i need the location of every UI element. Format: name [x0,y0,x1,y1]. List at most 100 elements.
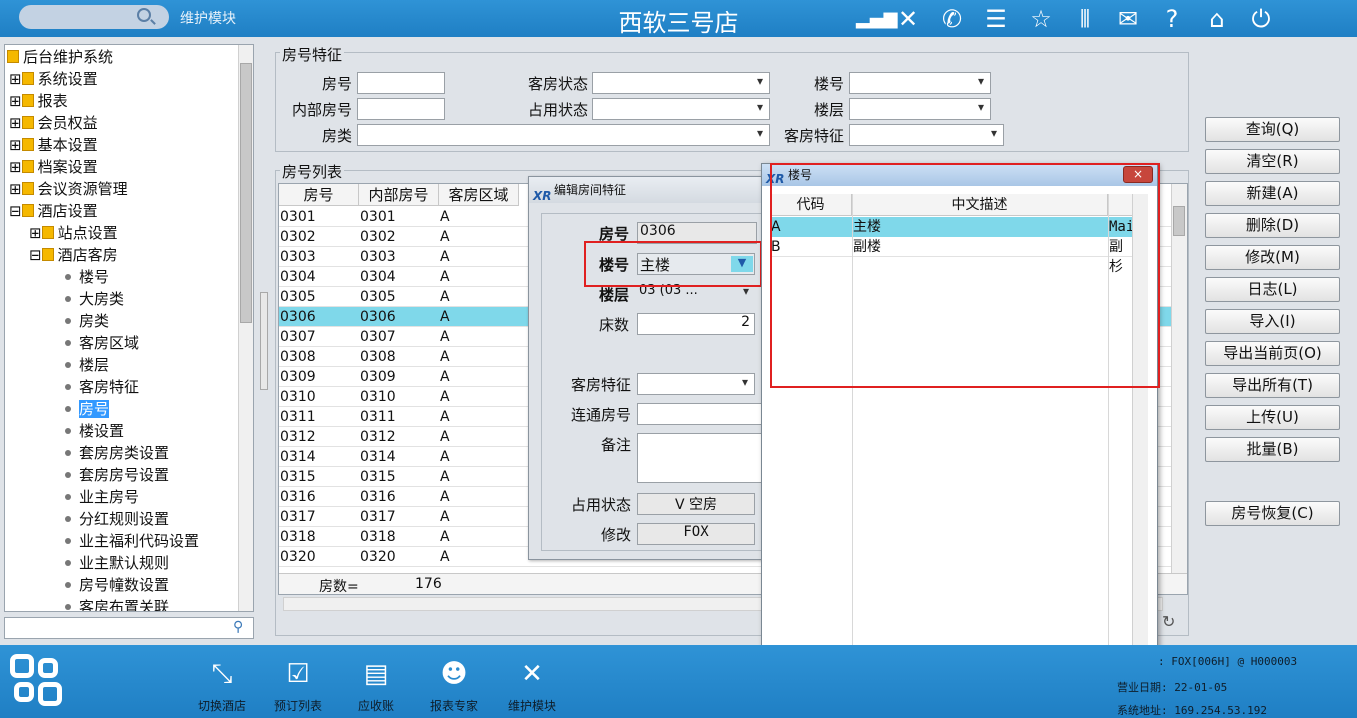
tree-leaf[interactable]: 分红规则设置 [65,508,169,530]
search-icon[interactable]: ⚲ [233,619,243,635]
splitter-handle[interactable] [260,292,268,390]
report-expert-icon[interactable]: ☻ [437,657,471,691]
switch-hotel-icon[interactable]: ⤡ [205,657,239,691]
receivable-label[interactable]: 应收账 [336,697,416,714]
room-no-input[interactable] [357,72,445,94]
signal-icon: ▂▄▆ [856,8,898,29]
tree-subgroup[interactable]: ⊞ 站点设置 [29,222,118,244]
export-all-button[interactable]: 导出所有(T) [1205,373,1340,398]
hotel-name: 西软三号店 [618,9,739,37]
tree-leaf[interactable]: 业主房号 [65,486,139,508]
tree-scrollbar[interactable] [238,45,253,611]
building-select[interactable] [849,72,991,94]
tree-group[interactable]: ⊞ 系统设置 [9,68,98,90]
import-button[interactable]: 导入(I) [1205,309,1340,334]
room-feature-select[interactable] [637,373,755,395]
tree-panel: 后台维护系统 ⊞ 系统设置 ⊞ 报表 ⊞ 会员权益 ⊞ 基本设置 ⊞ 档案设置 ⊞ 会议资源… [4,44,254,612]
tree-leaf[interactable]: 房类 [65,310,109,332]
room-feature-select[interactable] [849,124,1004,146]
maintenance-icon[interactable]: ✕ [515,657,549,691]
tree-leaf[interactable]: 客房特征 [65,376,139,398]
power-icon[interactable]: ⏻ [1247,5,1275,33]
batch-button[interactable]: 批量(B) [1205,437,1340,462]
delete-button[interactable]: 删除(D) [1205,213,1340,238]
column-header[interactable]: 房号 [279,184,359,206]
tree-group[interactable]: ⊞ 档案设置 [9,156,98,178]
tree-leaf[interactable]: 楼层 [65,354,109,376]
tree-subgroup[interactable]: ⊟ 酒店客房 [29,244,118,266]
modify-button[interactable]: 修改(M) [1205,245,1340,270]
restore-room-button[interactable]: 房号恢复(C) [1205,501,1340,526]
tree-search-input[interactable]: ⚲ [4,617,254,639]
new-button[interactable]: 新建(A) [1205,181,1340,206]
help-icon[interactable]: ? [1158,5,1186,33]
status-address: 系统地址: 169.254.53.192 [1117,704,1267,717]
tree-leaf[interactable]: 业主福利代码设置 [65,530,199,552]
room-status-label: 客房状态 [527,75,588,93]
tree-root[interactable]: 后台维护系统 [7,46,113,68]
tree-group[interactable]: ⊞ 报表 [9,90,68,112]
phone-icon[interactable]: ✆ [938,5,966,33]
status-business-date: 营业日期: 22-01-05 [1117,681,1228,694]
tree-leaf[interactable]: 套房房类设置 [65,442,169,464]
floor-select[interactable] [849,98,991,120]
column-header[interactable]: 客房区域 [439,184,519,206]
tree-leaf[interactable]: 楼设置 [65,420,124,442]
folder-icon [21,204,34,217]
beds-input[interactable]: 2 [637,313,755,335]
app-logo-icon: XR [533,189,552,203]
tree-leaf[interactable]: 房号幢数设置 [65,574,169,596]
internal-no-input[interactable] [357,98,445,120]
tree-group[interactable]: ⊞ 会议资源管理 [9,178,128,200]
export-page-button[interactable]: 导出当前页(O) [1205,341,1340,366]
tree-leaf[interactable]: 业主默认规则 [65,552,169,574]
internal-no-label: 内部房号 [291,101,352,119]
booking-list-icon[interactable]: ☑ [281,657,315,691]
folder-icon [7,50,19,63]
connecting-room-input[interactable] [637,403,763,425]
bottom-bar: ⤡ 切换酒店 ☑ 预订列表 ▤ 应收账 ☻ 报表专家 ✕ 维护模块 : FOX[… [0,645,1357,718]
tree-group[interactable]: ⊞ 会员权益 [9,112,98,134]
tools-icon[interactable]: ✕ [894,5,922,33]
tree-leaf[interactable]: 大房类 [65,288,124,310]
tree-leaf[interactable]: 楼号 [65,266,109,288]
folder-icon [21,116,34,129]
occupancy-status-select[interactable] [592,98,770,120]
query-button[interactable]: 查询(Q) [1205,117,1340,142]
tree-leaf-selected[interactable]: 房号 [65,398,110,420]
app-logo-icon [10,654,64,708]
room-list-legend: 房号列表 [280,161,345,182]
clear-button[interactable]: 清空(R) [1205,149,1340,174]
room-type-select[interactable] [357,124,770,146]
occupancy-field: V 空房 [637,493,755,515]
folder-icon [21,138,34,151]
tree-leaf[interactable]: 客房区域 [65,332,139,354]
room-status-select[interactable] [592,72,770,94]
upload-button[interactable]: 上传(U) [1205,405,1340,430]
tree-group[interactable]: ⊟ 酒店设置 [9,200,98,222]
folder-icon [21,72,34,85]
menu-icon[interactable]: ☰ [982,5,1010,33]
star-icon[interactable]: ☆ [1027,5,1055,33]
grid-scrollbar[interactable] [1171,184,1187,573]
home-icon[interactable]: ⌂ [1203,5,1231,33]
booking-list-label[interactable]: 预订列表 [258,697,338,714]
mail-icon[interactable]: ✉ [1114,5,1142,33]
tree-leaf[interactable]: 套房房号设置 [65,464,169,486]
column-header[interactable]: 内部房号 [359,184,439,206]
refresh-icon[interactable]: ↻ [1162,612,1175,631]
tree-group[interactable]: ⊞ 基本设置 [9,134,98,156]
filter-legend: 房号特征 [280,44,345,65]
room-type-label: 房类 [321,127,352,145]
tree-leaf[interactable]: 客房布置关联 [65,596,169,611]
columns-icon[interactable]: ⦀ [1071,5,1099,33]
log-button[interactable]: 日志(L) [1205,277,1340,302]
folder-icon [21,94,34,107]
folder-icon [41,226,54,239]
report-expert-label[interactable]: 报表专家 [414,697,494,714]
switch-hotel-label[interactable]: 切换酒店 [182,697,262,714]
remark-label: 备注 [600,436,631,454]
maintenance-label[interactable]: 维护模块 [492,697,572,714]
remark-textarea[interactable] [637,433,763,483]
receivable-icon[interactable]: ▤ [359,657,393,691]
